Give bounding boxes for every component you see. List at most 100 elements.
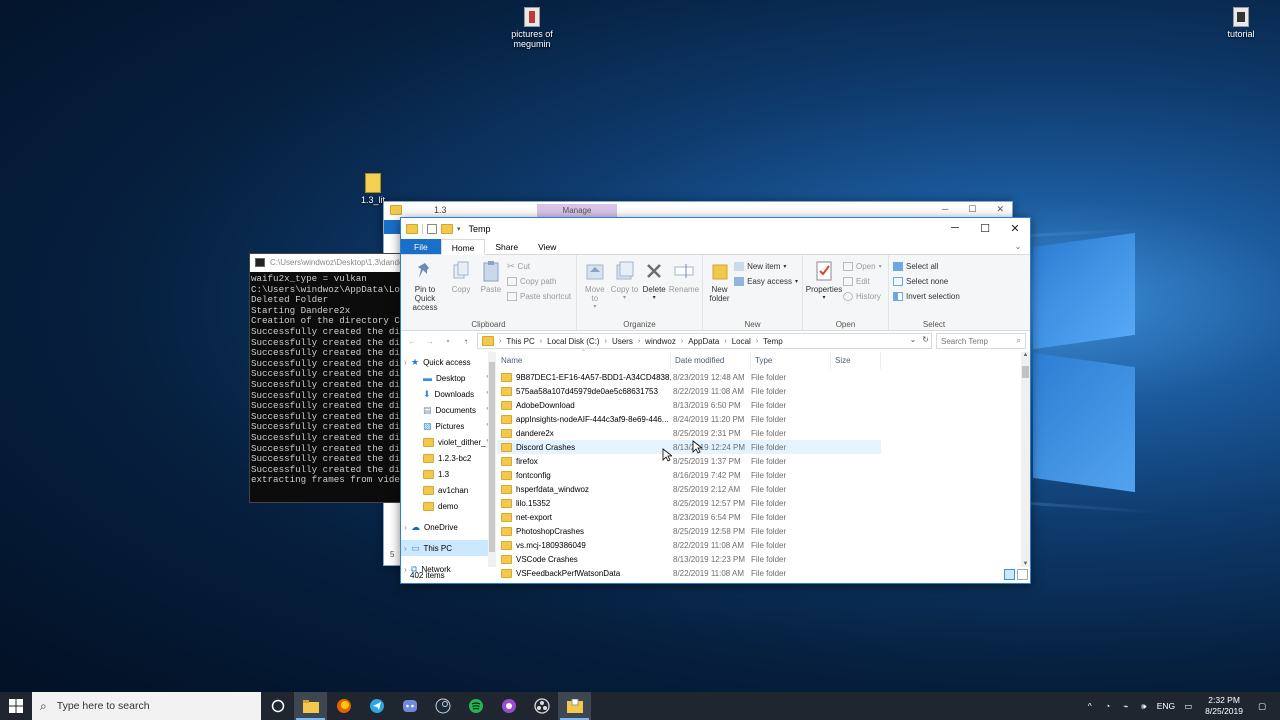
recent-locations-icon[interactable]: ▾ [441,338,455,345]
chevron-down-icon[interactable]: ⌄ [910,335,917,344]
file-row[interactable]: 575aa58a107d45979de0ae5c68631753 8/22/201… [497,384,881,398]
steam-icon[interactable] [426,692,459,720]
breadcrumb-separator-icon[interactable]: › [638,338,640,345]
expand-arrow-icon[interactable]: › [404,544,407,553]
column-header-date[interactable]: Date modified [671,352,751,369]
expand-arrow-icon[interactable]: › [404,358,407,367]
breadcrumb-item[interactable]: Users [612,337,633,346]
up-arrow-icon[interactable]: ↑ [459,337,473,346]
nav-item[interactable]: violet_dither_✎ [401,434,496,450]
taskbar-search[interactable]: ⌕ Type here to search [32,692,261,720]
breadcrumb-item[interactable]: AppData [688,337,719,346]
search-input[interactable]: Search Temp ⌕ [936,333,1026,349]
maximize-button[interactable]: ☐ [970,218,1000,238]
tab-view[interactable]: View [528,239,566,254]
file-list-scrollbar[interactable]: ▲ ▼ [1021,352,1030,567]
file-manager-icon[interactable] [558,692,591,720]
large-icons-view-icon[interactable] [1017,569,1028,580]
discord-icon[interactable] [393,692,426,720]
properties-qat-icon[interactable] [427,223,437,234]
file-row[interactable]: firefox 8/25/2019 1:37 PM File folder [497,454,881,468]
edit-button[interactable]: Edit [843,275,882,287]
breadcrumb-item[interactable]: Temp [763,337,783,346]
breadcrumb-separator-icon[interactable]: › [540,338,542,345]
file-list-pane[interactable]: ⌃ Name Date modified Type Size 9B87DEC1-… [497,350,1030,578]
volume-icon[interactable]: 🕪 [1136,701,1152,712]
keyboard-icon[interactable]: ▭ [1180,701,1196,712]
paste-button[interactable]: Paste [477,258,505,318]
refresh-icon[interactable]: ↻ [922,335,929,344]
history-button[interactable]: History [843,290,882,302]
file-row[interactable]: PhotoshopCrashes 8/25/2019 12:58 PM File f… [497,524,881,538]
breadcrumb-separator-icon[interactable]: › [756,338,758,345]
tab-home[interactable]: Home [440,239,486,255]
nav-item[interactable]: demo [401,498,496,514]
nav-item[interactable]: ▬Desktop✎ [401,370,496,386]
purple-app-icon[interactable] [492,692,525,720]
nav-item[interactable]: › ☁ OneDrive [401,519,496,535]
pin-quick-access-button[interactable]: Pin to Quick access [405,258,445,318]
file-row[interactable]: Discord Crashes 8/13/2019 12:24 PM File fo… [497,440,881,454]
file-row[interactable]: fontconfig 8/16/2019 7:42 PM File folder [497,468,881,482]
file-row[interactable]: VSCode Crashes 8/13/2019 12:23 PM File fol… [497,552,881,566]
nav-item[interactable]: ▧Pictures✎ [401,418,496,434]
breadcrumb-item[interactable]: Local Disk (C:) [547,337,599,346]
file-row[interactable]: net-export 8/23/2019 6:54 PM File folder [497,510,881,524]
file-row[interactable]: vs.mcj-1809386049 8/22/2019 11:08 AM File … [497,538,881,552]
rename-button[interactable]: Rename [669,258,699,318]
copy-button[interactable]: Copy [447,258,475,318]
obs-icon[interactable] [525,692,558,720]
usb-icon[interactable]: ⌁ [1118,701,1134,712]
copy-to-button[interactable]: Copy to ▾ [611,258,639,318]
language-indicator[interactable]: ENG [1157,701,1175,711]
back-window-controls[interactable]: ─ ☐ ✕ [942,204,1004,215]
breadcrumb-item[interactable]: windwoz [645,337,676,346]
chevron-up-icon[interactable]: ^ [1082,701,1098,711]
cortana-icon[interactable] [261,692,294,720]
desktop-icon-tutorial[interactable]: tutorial [1206,7,1276,39]
address-bar[interactable]: › This PC › Local Disk (C:) › Users › windwoz ›… [477,333,932,349]
nav-item[interactable]: ▤Documents✎ [401,402,496,418]
delete-button[interactable]: Delete ▾ [640,258,668,318]
new-item-button[interactable]: New item ▾ [734,260,798,272]
nav-scrollbar[interactable] [488,352,496,567]
invert-selection-button[interactable]: Invert selection [893,290,960,302]
spotify-icon[interactable] [459,692,492,720]
close-button[interactable]: ✕ [1000,218,1030,238]
tab-share[interactable]: Share [485,239,528,254]
file-row[interactable]: dandere2x 8/25/2019 2:31 PM File folder [497,426,881,440]
nav-item[interactable]: 1.2.3-bc2 [401,450,496,466]
breadcrumb-separator-icon[interactable]: › [724,338,726,345]
clock[interactable]: 2:32 PM 8/25/2019 [1205,695,1243,717]
new-folder-button[interactable]: New folder [707,258,732,318]
nav-item[interactable]: › ▭ This PC [401,540,496,556]
file-explorer-window[interactable]: ▾ Temp ─ ☐ ✕ File Home Share View ⌄ Pin … [400,217,1031,584]
details-view-icon[interactable] [1004,569,1015,580]
nav-item[interactable]: av1chan [401,482,496,498]
file-row[interactable]: appInsights-nodeAIF-444c3af9-8e69-446...… [497,412,881,426]
move-to-button[interactable]: Move to ▾ [581,258,609,318]
new-folder-qat-icon[interactable] [441,223,453,234]
back-arrow-icon[interactable]: ← [405,337,419,346]
select-none-button[interactable]: Select none [893,275,960,287]
column-header-size[interactable]: Size [831,352,881,369]
breadcrumb-item[interactable]: Local [732,337,751,346]
manage-tab[interactable]: Manage [537,204,617,218]
telegram-icon[interactable] [360,692,393,720]
network-wifi-icon[interactable]: ◔ [1100,701,1116,711]
paste-shortcut-button[interactable]: Paste shortcut [507,290,571,302]
properties-button[interactable]: Properties ▾ [806,258,842,318]
forward-arrow-icon[interactable]: → [423,337,437,346]
open-button[interactable]: Open ▾ [843,260,882,272]
easy-access-button[interactable]: Easy access ▾ [734,275,798,287]
file-explorer-icon[interactable] [294,692,327,720]
breadcrumb-separator-icon[interactable]: › [681,338,683,345]
breadcrumb-item[interactable]: This PC [506,337,534,346]
notification-icon[interactable]: ▢ [1254,701,1270,712]
desktop-icon-pictures[interactable]: pictures of megumin [497,7,567,49]
column-header-type[interactable]: Type [751,352,831,369]
breadcrumb-separator-icon[interactable]: › [605,338,607,345]
nav-item[interactable]: 1.3 [401,466,496,482]
navigation-pane[interactable]: ›★Quick access▬Desktop✎⬇Downloads✎▤Docum… [401,352,497,574]
expand-arrow-icon[interactable]: › [404,523,407,532]
